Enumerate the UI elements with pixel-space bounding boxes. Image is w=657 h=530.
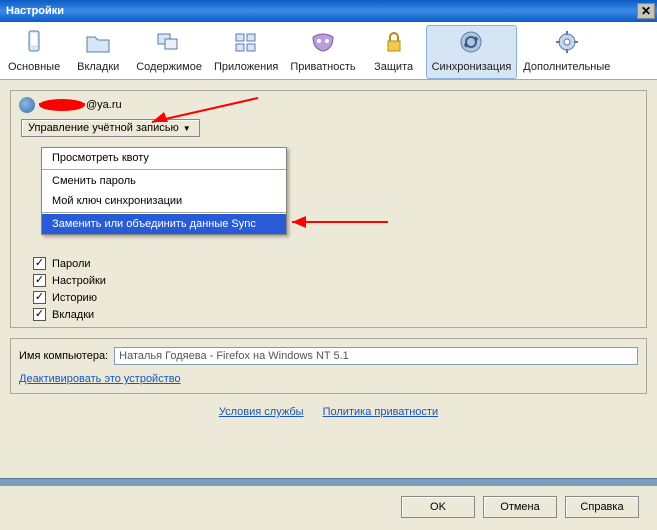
- tab-label: Основные: [8, 61, 60, 73]
- tab-label: Дополнительные: [523, 61, 610, 73]
- deactivate-device-link[interactable]: Деактивировать это устройство: [19, 373, 181, 385]
- sync-panel: @ya.ru Управление учётной записью ▼ Прос…: [10, 90, 647, 328]
- chevron-down-icon: ▼: [183, 124, 191, 133]
- check-history[interactable]: ✓ Историю: [33, 291, 638, 304]
- account-manage-label: Управление учётной записью: [28, 122, 179, 134]
- tab-tabs[interactable]: Вкладки: [66, 25, 130, 79]
- tab-privacy[interactable]: Приватность: [284, 25, 361, 79]
- cancel-button[interactable]: Отмена: [483, 496, 557, 518]
- redacted-username: [39, 99, 85, 111]
- divider: [0, 478, 657, 486]
- account-manage-button[interactable]: Управление учётной записью ▼: [21, 119, 200, 137]
- privacy-link[interactable]: Политика приватности: [323, 406, 438, 418]
- check-passwords[interactable]: ✓ Пароли: [33, 257, 638, 270]
- tab-applications[interactable]: Приложения: [208, 25, 284, 79]
- sync-icon: [457, 29, 485, 55]
- menu-view-quota[interactable]: Просмотреть квоту: [42, 148, 286, 168]
- help-button[interactable]: Справка: [565, 496, 639, 518]
- computer-name-label: Имя компьютера:: [19, 350, 108, 362]
- tab-security[interactable]: Защита: [362, 25, 426, 79]
- menu-sync-key[interactable]: Мой ключ синхронизации: [42, 191, 286, 211]
- checkbox-icon: ✓: [33, 257, 46, 270]
- lock-icon: [380, 29, 408, 55]
- account-dropdown: Просмотреть квоту Сменить пароль Мой клю…: [41, 147, 287, 235]
- ok-button[interactable]: OK: [401, 496, 475, 518]
- footer-links: Условия службы Политика приватности: [10, 406, 647, 418]
- menu-separator: [42, 169, 286, 170]
- tab-label: Приватность: [290, 61, 355, 73]
- user-domain: @ya.ru: [86, 99, 122, 111]
- mask-icon: [309, 29, 337, 55]
- windows-icon: [155, 29, 183, 55]
- computer-name-input[interactable]: [114, 347, 638, 365]
- check-label: Пароли: [52, 258, 91, 270]
- toolbar: Основные Вкладки Содержимое Приложения П…: [0, 22, 657, 80]
- tab-label: Содержимое: [136, 61, 202, 73]
- menu-replace-merge-sync[interactable]: Заменить или объединить данные Sync: [42, 214, 286, 234]
- tab-general[interactable]: Основные: [2, 25, 66, 79]
- close-button[interactable]: ✕: [637, 3, 655, 19]
- check-label: Настройки: [52, 275, 106, 287]
- menu-separator: [42, 212, 286, 213]
- check-settings[interactable]: ✓ Настройки: [33, 274, 638, 287]
- checkbox-icon: ✓: [33, 274, 46, 287]
- checkbox-icon: ✓: [33, 291, 46, 304]
- tab-label: Приложения: [214, 61, 278, 73]
- tab-label: Синхронизация: [432, 61, 512, 73]
- titlebar: Настройки ✕: [0, 0, 657, 22]
- gear-icon: [553, 29, 581, 55]
- tab-content[interactable]: Содержимое: [130, 25, 208, 79]
- tab-sync[interactable]: Синхронизация: [426, 25, 518, 79]
- device-panel: Имя компьютера: Деактивировать это устро…: [10, 338, 647, 394]
- menu-change-password[interactable]: Сменить пароль: [42, 171, 286, 191]
- user-row: @ya.ru: [19, 97, 638, 113]
- check-label: Историю: [52, 292, 97, 304]
- tab-label: Защита: [374, 61, 413, 73]
- phone-icon: [20, 29, 48, 55]
- check-label: Вкладки: [52, 309, 94, 321]
- checkbox-icon: ✓: [33, 308, 46, 321]
- check-tabs[interactable]: ✓ Вкладки: [33, 308, 638, 321]
- sync-options: ✓ Пароли ✓ Настройки ✓ Историю ✓ Вкладки: [19, 257, 638, 321]
- dialog-buttons: OK Отмена Справка: [401, 496, 639, 518]
- terms-link[interactable]: Условия службы: [219, 406, 304, 418]
- folder-icon: [84, 29, 112, 55]
- window-title: Настройки: [6, 5, 637, 17]
- tab-advanced[interactable]: Дополнительные: [517, 25, 616, 79]
- tab-label: Вкладки: [77, 61, 119, 73]
- user-icon: [19, 97, 35, 113]
- grid-icon: [232, 29, 260, 55]
